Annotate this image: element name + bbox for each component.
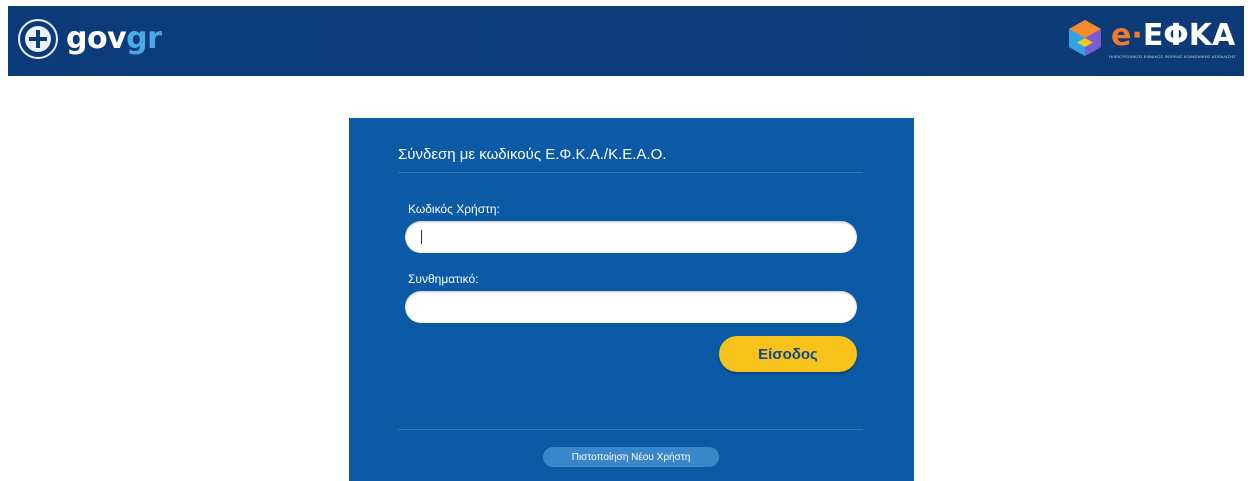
password-input[interactable]: [405, 291, 857, 323]
bottom-divider: [398, 429, 863, 430]
login-panel: Σύνδεση με κωδικούς Ε.Φ.Κ.Α./Κ.Ε.Α.Ο. Κω…: [349, 118, 914, 481]
govgr-wordmark-gr: gr: [126, 21, 162, 56]
site-header: govgr e·ΕΦΚΑ ΗΛΕΚΤΡΟΝΙΚΟΣ ΕΘΝΙΚΟΣ ΦΟΡΕΑΣ…: [8, 6, 1244, 76]
greek-cross-emblem-icon: [18, 19, 58, 59]
efka-name: ΕΦΚΑ: [1142, 18, 1236, 53]
title-divider: [398, 172, 863, 173]
govgr-logo[interactable]: govgr: [18, 19, 162, 59]
username-label: Κωδικός Χρήστη:: [408, 202, 500, 216]
govgr-wordmark: govgr: [66, 19, 162, 59]
efka-subtitle: ΗΛΕΚΤΡΟΝΙΚΟΣ ΕΘΝΙΚΟΣ ΦΟΡΕΑΣ ΚΟΙΝΩΝΙΚΗΣ Α…: [1109, 54, 1236, 59]
new-user-verification-button[interactable]: Πιστοποίηση Νέου Χρήστη: [543, 447, 719, 467]
login-button[interactable]: Είσοδος: [719, 336, 857, 372]
efka-prefix: e: [1111, 18, 1132, 53]
efka-separator: ·: [1131, 18, 1143, 53]
efka-logo[interactable]: e·ΕΦΚΑ ΗΛΕΚΤΡΟΝΙΚΟΣ ΕΘΝΙΚΟΣ ΦΟΡΕΑΣ ΚΟΙΝΩ…: [1061, 16, 1236, 64]
login-title: Σύνδεση με κωδικούς Ε.Φ.Κ.Α./Κ.Ε.Α.Ο.: [398, 146, 667, 163]
text-cursor: [421, 230, 422, 244]
password-label: Συνθηματικό:: [408, 272, 479, 286]
govgr-wordmark-gov: gov: [66, 21, 127, 56]
efka-hexagon-icon: [1069, 20, 1102, 56]
username-input[interactable]: [405, 221, 857, 253]
efka-wordmark: e·ΕΦΚΑ ΗΛΕΚΤΡΟΝΙΚΟΣ ΕΘΝΙΚΟΣ ΦΟΡΕΑΣ ΚΟΙΝΩ…: [1109, 18, 1236, 60]
